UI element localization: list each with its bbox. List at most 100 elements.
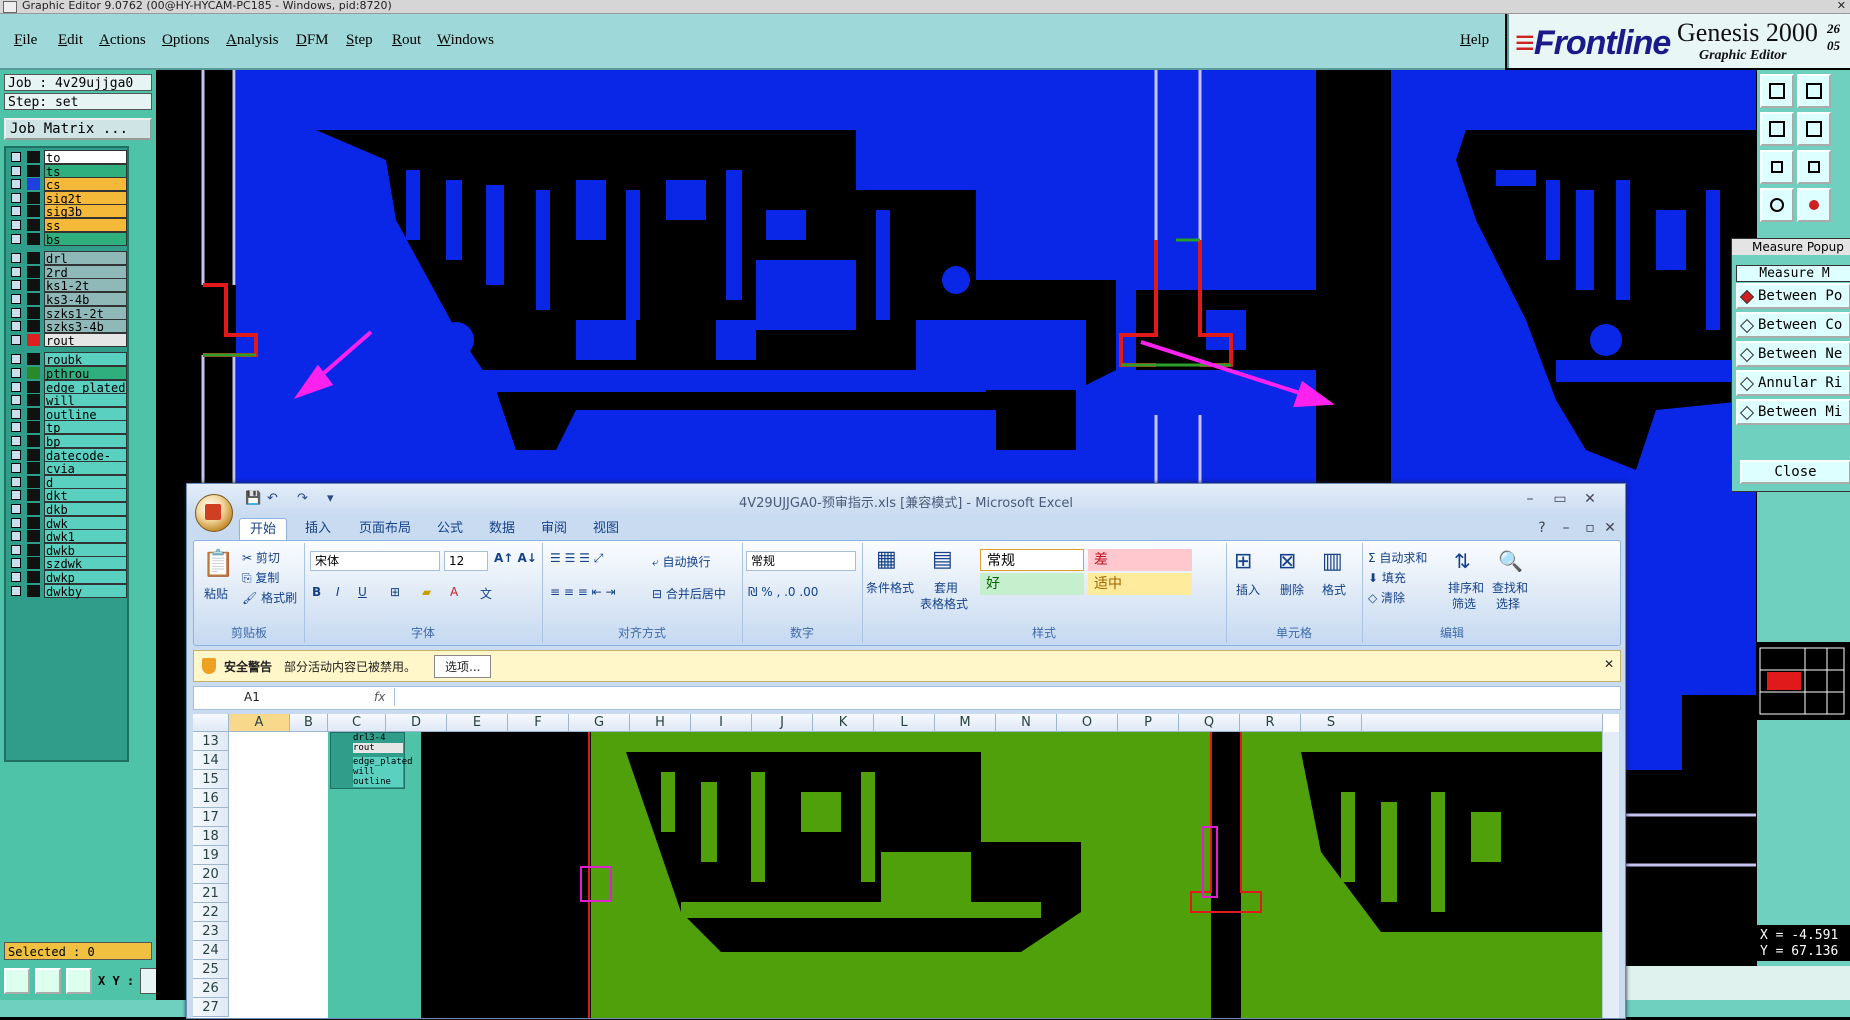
- number-format-select[interactable]: 常规: [746, 551, 856, 571]
- tab-data[interactable]: 数据: [489, 518, 515, 540]
- layer-label[interactable]: szks3-4b: [44, 319, 127, 334]
- layer-checkbox[interactable]: [11, 504, 21, 514]
- column-header[interactable]: E: [447, 714, 508, 732]
- layer-checkbox[interactable]: [11, 152, 21, 162]
- layer-row-sig3b[interactable]: sig3b: [8, 204, 127, 219]
- layer-label[interactable]: dwk1: [44, 529, 127, 544]
- table-format-button-2[interactable]: 表格格式: [920, 595, 968, 612]
- layer-label[interactable]: 2rd: [44, 264, 127, 280]
- layer-checkbox[interactable]: [11, 422, 21, 433]
- measure-option-between-centers[interactable]: Between Co: [1736, 312, 1850, 338]
- tab-view[interactable]: 视图: [593, 518, 619, 540]
- measure-option-between-nets[interactable]: Between Ne: [1736, 341, 1850, 367]
- font-color-icon[interactable]: A: [450, 585, 458, 599]
- column-header[interactable]: Q: [1179, 714, 1240, 732]
- layer-row-dkt[interactable]: dkt: [8, 488, 127, 503]
- layer-label[interactable]: rout: [44, 332, 127, 348]
- layer-label[interactable]: cs: [44, 177, 127, 192]
- delete-cells-icon[interactable]: ⊠: [1278, 549, 1296, 574]
- layer-row-ss[interactable]: ss: [8, 218, 127, 233]
- minimap[interactable]: [1757, 642, 1850, 720]
- layer-checkbox[interactable]: [11, 490, 21, 501]
- layer-checkbox[interactable]: [11, 544, 21, 555]
- zoom-in-icon[interactable]: [1797, 74, 1831, 108]
- tool-grid-icon[interactable]: [66, 968, 92, 994]
- select-all-corner[interactable]: [193, 714, 229, 732]
- layer-checkbox[interactable]: [11, 334, 21, 345]
- find-select-button-2[interactable]: 选择: [1496, 595, 1520, 612]
- delete-cells-button[interactable]: 删除: [1280, 581, 1304, 598]
- find-select-icon[interactable]: 🔍: [1498, 549, 1523, 573]
- maximize-icon[interactable]: ▭: [1547, 490, 1573, 508]
- sort-filter-icon[interactable]: ⇅: [1454, 549, 1471, 573]
- row-header[interactable]: 25: [193, 960, 229, 979]
- layer-label[interactable]: sig2t: [44, 190, 127, 206]
- style-normal[interactable]: 常规: [980, 549, 1084, 571]
- column-header[interactable]: P: [1118, 714, 1179, 732]
- layer-checkbox[interactable]: [11, 354, 21, 365]
- row-header[interactable]: 18: [193, 827, 229, 846]
- layer-row-pthrou[interactable]: pthrou: [8, 366, 127, 381]
- layer-label[interactable]: d: [44, 474, 127, 490]
- layer-row-szks1-2t[interactable]: szks1-2t: [8, 305, 127, 321]
- menu-dfm[interactable]: DFM: [296, 32, 329, 49]
- save-icon[interactable]: 💾: [245, 491, 261, 507]
- wrap-text-button[interactable]: ⤶ 自动换行: [652, 553, 711, 570]
- menu-file[interactable]: File: [14, 32, 37, 49]
- layer-checkbox[interactable]: [11, 206, 21, 217]
- layer-row-ts[interactable]: ts: [8, 163, 127, 179]
- conditional-format-button[interactable]: 条件格式: [866, 579, 914, 596]
- layer-checkbox[interactable]: [11, 572, 21, 582]
- layer-row-to[interactable]: to: [8, 150, 127, 165]
- sort-filter-button-1[interactable]: 排序和: [1448, 579, 1484, 596]
- layer-label[interactable]: outline: [44, 406, 127, 422]
- layer-row-will[interactable]: will: [8, 393, 127, 408]
- layer-checkbox[interactable]: [11, 165, 21, 176]
- column-header[interactable]: I: [691, 714, 752, 732]
- layer-checkbox[interactable]: [11, 294, 21, 304]
- column-header[interactable]: N: [996, 714, 1057, 732]
- autosum-button[interactable]: Σ 自动求和: [1368, 549, 1427, 566]
- layer-row-cvia[interactable]: cvia: [8, 461, 127, 476]
- fill-button[interactable]: ⬇ 填充: [1368, 569, 1406, 586]
- column-header[interactable]: R: [1240, 714, 1301, 732]
- layer-label[interactable]: roubk: [44, 352, 127, 367]
- layer-label[interactable]: to: [44, 150, 127, 165]
- options-button[interactable]: 选项...: [434, 655, 492, 678]
- layer-label[interactable]: dkt: [44, 488, 127, 503]
- worksheet-grid[interactable]: A B C D E F G H I J K L M N O P Q R S 13…: [193, 714, 1619, 1018]
- layer-checkbox[interactable]: [11, 321, 21, 332]
- menu-edit[interactable]: Edit: [58, 32, 83, 49]
- row-header[interactable]: 23: [193, 922, 229, 941]
- record-icon[interactable]: [1797, 188, 1831, 222]
- layer-row-ks1-2t[interactable]: ks1-2t: [8, 278, 127, 293]
- column-header[interactable]: M: [935, 714, 996, 732]
- fx-icon[interactable]: fx: [374, 690, 385, 704]
- layer-row-sig2t[interactable]: sig2t: [8, 190, 127, 206]
- layer-row-datecode-pto[interactable]: datecode-pto: [8, 447, 127, 477]
- layer-checkbox[interactable]: [11, 585, 21, 596]
- layer-row-bs[interactable]: bs: [8, 231, 127, 247]
- layer-label[interactable]: dkb: [44, 502, 127, 517]
- tab-formulas[interactable]: 公式: [437, 518, 463, 540]
- row-header[interactable]: 27: [193, 998, 229, 1017]
- menu-actions[interactable]: Actions: [99, 32, 146, 49]
- row-header[interactable]: 24: [193, 941, 229, 960]
- layer-checkbox[interactable]: [11, 395, 21, 406]
- minimize-icon[interactable]: –: [1517, 490, 1543, 508]
- menu-rout[interactable]: Rout: [392, 32, 421, 49]
- layer-label[interactable]: szks1-2t: [44, 305, 127, 321]
- layer-row-dwkby[interactable]: dwkby: [8, 583, 127, 599]
- layer-label[interactable]: bs: [44, 231, 127, 247]
- layer-label[interactable]: pthrou: [44, 366, 127, 381]
- layer-row-drl[interactable]: drl: [8, 251, 127, 266]
- layer-checkbox[interactable]: [11, 558, 21, 569]
- sort-filter-button-2[interactable]: 筛选: [1452, 595, 1476, 612]
- insert-cells-icon[interactable]: ⊞: [1234, 549, 1252, 574]
- layer-checkbox[interactable]: [11, 476, 21, 487]
- italic-icon[interactable]: I: [336, 585, 340, 599]
- border-icon[interactable]: ⊞: [390, 585, 400, 599]
- fit-icon[interactable]: [1760, 150, 1794, 184]
- layer-row-dkb[interactable]: dkb: [8, 502, 127, 517]
- layer-row-cs[interactable]: cs: [8, 177, 127, 192]
